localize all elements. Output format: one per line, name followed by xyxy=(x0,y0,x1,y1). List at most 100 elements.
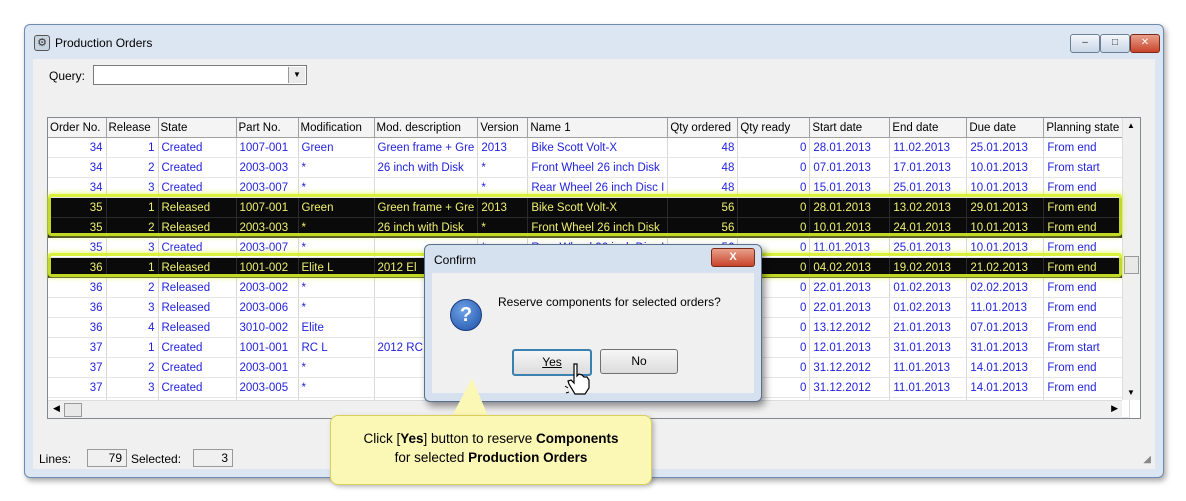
table-cell: 26 inch with Disk xyxy=(374,217,479,238)
table-cell: * xyxy=(477,217,529,238)
column-header[interactable]: End date xyxy=(889,118,968,138)
table-cell: 11.01.2013 xyxy=(889,357,968,378)
table-cell: 2003-002 xyxy=(236,277,299,298)
table-cell: 11.02.2013 xyxy=(889,137,968,158)
table-cell: 0 xyxy=(737,217,811,238)
table-cell: 37 xyxy=(48,377,107,398)
callout-line-1: Click [Yes] button to reserve Components xyxy=(363,431,619,446)
table-cell: 35 xyxy=(48,217,107,238)
table-cell: 01.02.2013 xyxy=(889,297,968,318)
table-cell: 36 xyxy=(48,277,107,298)
table-cell: Elite xyxy=(298,317,375,338)
table-cell: 15.01.2013 xyxy=(809,177,891,198)
horizontal-scroll-thumb[interactable] xyxy=(64,403,82,417)
question-icon: ? xyxy=(450,299,482,331)
hand-cursor-icon xyxy=(564,363,590,395)
table-cell: * xyxy=(298,377,375,398)
table-cell: Front Wheel 26 inch Disk xyxy=(527,217,669,238)
table-cell: 13.02.2013 xyxy=(889,197,968,218)
table-row[interactable]: 35 2 Released 2003-003 * 26 inch with Disk * Fr… xyxy=(48,217,1131,238)
table-cell: 1007-001 xyxy=(236,197,299,218)
column-header[interactable]: Planning state xyxy=(1043,118,1131,138)
table-row[interactable]: 34 2 Created 2003-003 * 26 inch with Disk * Fro… xyxy=(48,157,1131,178)
table-cell: Released xyxy=(158,277,237,298)
table-cell: 25.01.2013 xyxy=(889,237,968,258)
dialog-close-button[interactable]: X xyxy=(711,248,755,267)
table-cell: Created xyxy=(158,177,237,198)
vertical-scroll-thumb[interactable] xyxy=(1124,256,1139,274)
table-cell: Green xyxy=(298,197,375,218)
table-cell: 25.01.2013 xyxy=(889,177,968,198)
table-cell: 48 xyxy=(667,157,739,178)
close-button[interactable]: ✕ xyxy=(1130,34,1160,53)
table-row[interactable]: 34 3 Created 2003-007 * * Rear Wheel 26 inch D… xyxy=(48,177,1131,198)
table-cell: Elite L xyxy=(298,257,375,278)
table-cell: * xyxy=(298,217,375,238)
table-cell: Released xyxy=(158,257,237,278)
table-cell: 21.01.2013 xyxy=(889,317,968,338)
no-button[interactable]: No xyxy=(600,349,678,374)
table-cell: * xyxy=(477,157,529,178)
table-cell: From end xyxy=(1043,297,1131,318)
chevron-down-icon[interactable]: ▼ xyxy=(288,67,305,83)
table-cell: 3 xyxy=(106,177,159,198)
table-cell: 2003-003 xyxy=(236,157,299,178)
table-cell: 2013 xyxy=(477,197,529,218)
table-cell: 48 xyxy=(667,137,739,158)
table-cell: 10.01.2013 xyxy=(966,157,1045,178)
column-header[interactable]: Order No. xyxy=(48,118,107,138)
resize-grip-icon[interactable]: ◢ xyxy=(1143,454,1151,465)
table-cell: Created xyxy=(158,157,237,178)
column-header[interactable]: Qty ready xyxy=(737,118,811,138)
table-cell: From end xyxy=(1043,177,1131,198)
table-cell: 2 xyxy=(106,217,159,238)
scroll-right-icon[interactable]: ▶ xyxy=(1111,403,1118,414)
dialog-message: Reserve components for selected orders? xyxy=(498,295,721,309)
app-icon: ⚙ xyxy=(34,35,50,51)
table-cell: 34 xyxy=(48,157,107,178)
table-cell: 1001-002 xyxy=(236,257,299,278)
table-cell: Created xyxy=(158,237,237,258)
column-header[interactable]: Mod. description xyxy=(374,118,479,138)
column-header[interactable]: State xyxy=(158,118,237,138)
query-label: Query: xyxy=(49,69,86,83)
table-cell: From end xyxy=(1043,377,1131,398)
column-header[interactable]: Modification xyxy=(298,118,375,138)
table-row[interactable]: 34 1 Created 1007-001 Green Green frame + Gre… xyxy=(48,137,1131,158)
column-header[interactable]: Version xyxy=(477,118,529,138)
maximize-button[interactable]: □ xyxy=(1100,34,1130,53)
scroll-left-icon[interactable]: ◀ xyxy=(53,403,60,414)
table-cell: 1 xyxy=(106,197,159,218)
table-cell: 1 xyxy=(106,337,159,358)
table-cell: From start xyxy=(1043,337,1131,358)
selected-label: Selected: xyxy=(131,452,182,466)
column-header[interactable]: Qty ordered xyxy=(667,118,739,138)
table-cell: 0 xyxy=(737,157,811,178)
table-cell: 07.01.2013 xyxy=(966,317,1045,338)
minimize-button[interactable]: – xyxy=(1070,34,1100,53)
vertical-scrollbar[interactable]: ▲ ▼ xyxy=(1122,118,1140,400)
table-cell: Released xyxy=(158,197,237,218)
table-cell: From end xyxy=(1043,237,1131,258)
scroll-down-icon[interactable]: ▼ xyxy=(1127,388,1135,397)
table-cell: 37 xyxy=(48,337,107,358)
column-header[interactable]: Release xyxy=(106,118,159,138)
table-cell: 07.01.2013 xyxy=(809,157,891,178)
callout-line-2: for selected Production Orders xyxy=(394,450,588,465)
table-cell: From end xyxy=(1043,137,1131,158)
scroll-up-icon[interactable]: ▲ xyxy=(1127,121,1135,130)
table-cell xyxy=(374,177,479,198)
table-cell: Green xyxy=(298,137,375,158)
table-cell: Green frame + Gre xyxy=(374,137,479,158)
column-header[interactable]: Due date xyxy=(966,118,1045,138)
title-bar[interactable]: ⚙ Production Orders – □ ✕ xyxy=(25,25,1163,59)
table-row[interactable]: 35 1 Released 1007-001 Green Green frame + Gr… xyxy=(48,197,1131,218)
table-cell: 31.12.2012 xyxy=(809,377,891,398)
column-header[interactable]: Start date xyxy=(809,118,891,138)
column-header[interactable]: Part No. xyxy=(236,118,299,138)
table-cell: 2003-001 xyxy=(236,357,299,378)
column-header[interactable]: Name 1 xyxy=(527,118,669,138)
query-select[interactable]: ▼ xyxy=(93,65,307,85)
callout-pointer xyxy=(452,378,488,416)
table-cell: 02.02.2013 xyxy=(966,277,1045,298)
